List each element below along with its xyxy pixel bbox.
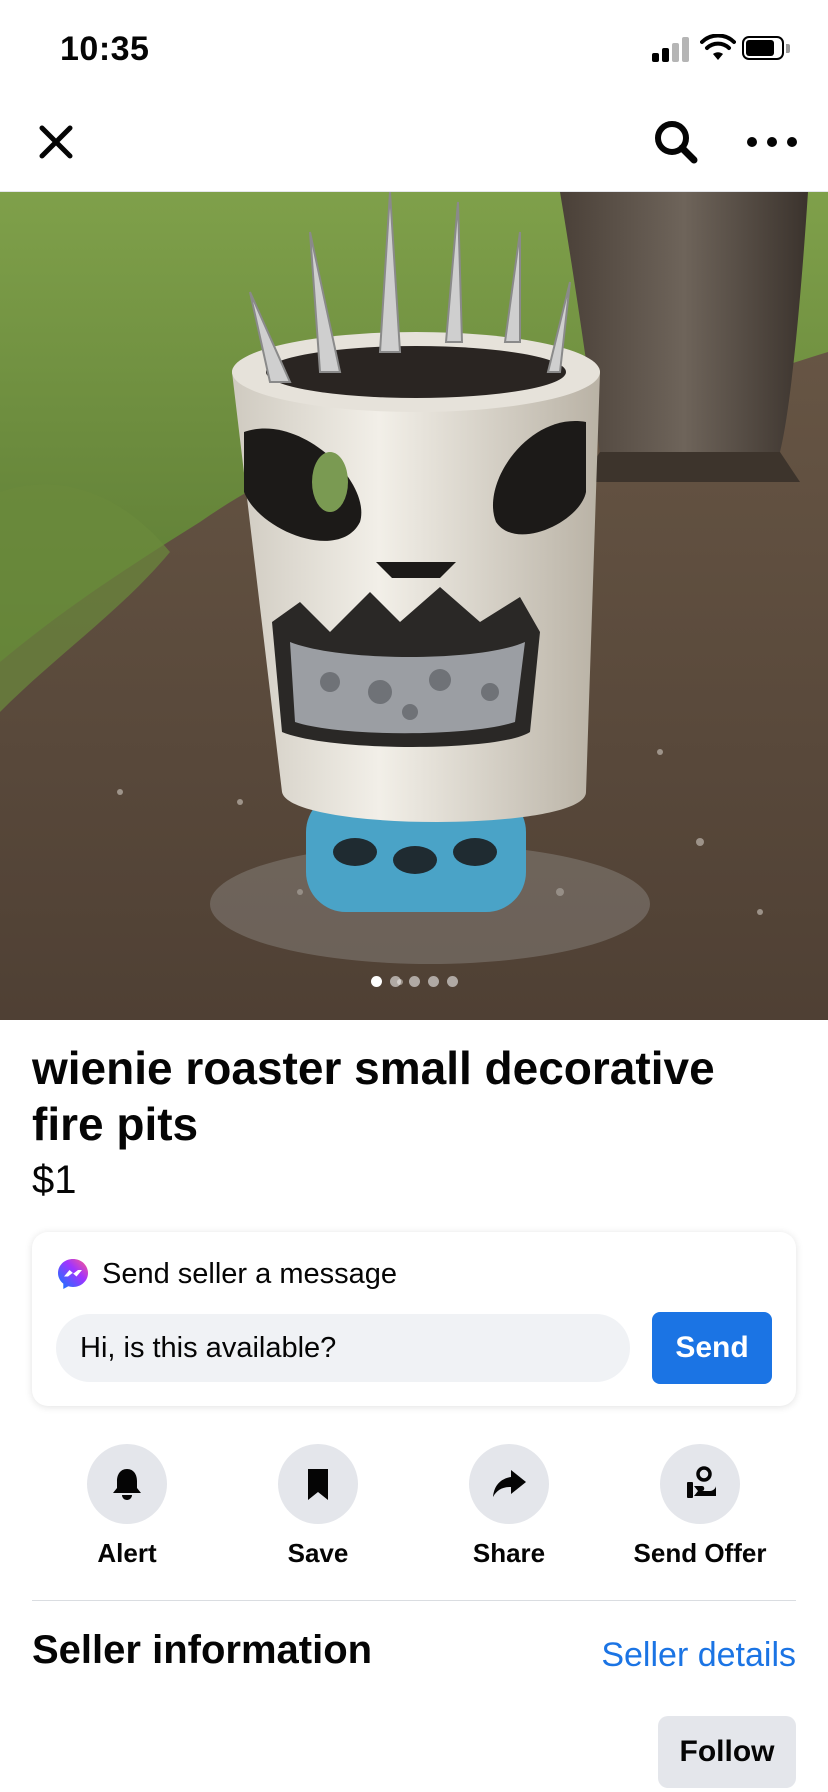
bell-icon (113, 1469, 141, 1500)
listing-photo[interactable] (0, 192, 828, 1020)
pagination-dot[interactable] (408, 976, 420, 987)
send-button[interactable]: Send (652, 1312, 772, 1384)
divider (32, 1600, 796, 1601)
pagination-dot[interactable] (427, 976, 439, 987)
pagination-dot[interactable] (446, 976, 458, 987)
message-input[interactable]: Hi, is this available? (56, 1314, 630, 1382)
follow-button[interactable]: Follow (658, 1716, 796, 1788)
search-icon[interactable] (648, 114, 704, 170)
wifi-icon (700, 34, 736, 60)
message-header: Send seller a message (56, 1254, 397, 1294)
cellular-signal-icon (652, 36, 692, 62)
pagination-dot[interactable] (389, 976, 401, 987)
battery-icon (742, 36, 792, 62)
share-button-circle[interactable] (469, 1444, 549, 1524)
save-button[interactable]: Save (223, 1444, 413, 1569)
save-button-circle[interactable] (278, 1444, 358, 1524)
status-time: 10:35 (60, 30, 150, 68)
seller-info-heading: Seller information (32, 1628, 373, 1672)
listing-title: wienie roaster small decorative fire pit… (32, 1042, 715, 1150)
close-icon[interactable] (30, 116, 82, 168)
more-icon[interactable] (742, 114, 802, 170)
seller-details-link[interactable]: Seller details (601, 1636, 796, 1675)
fire-pit-photo (0, 192, 828, 1020)
action-row: Alert Save Share Send Offer (32, 1444, 796, 1574)
send-offer-button-circle[interactable] (660, 1444, 740, 1524)
listing-price: $1 (32, 1158, 77, 1202)
pagination-dot[interactable] (370, 976, 382, 987)
bookmark-icon (308, 1469, 328, 1500)
alert-label: Alert (97, 1538, 157, 1568)
save-label: Save (287, 1538, 349, 1568)
alert-button[interactable]: Alert (32, 1444, 222, 1569)
message-seller-card: Send seller a message Hi, is this availa… (32, 1232, 796, 1406)
send-offer-icon (687, 1466, 716, 1498)
top-nav-bar (0, 96, 828, 192)
photo-pagination (0, 974, 828, 988)
message-header-label: Send seller a message (102, 1257, 397, 1290)
send-offer-label: Send Offer (633, 1538, 767, 1568)
messenger-icon (58, 1259, 88, 1289)
share-button[interactable]: Share (414, 1444, 604, 1569)
share-label: Share (472, 1538, 546, 1568)
status-bar: 10:35 (0, 0, 828, 96)
alert-button-circle[interactable] (87, 1444, 167, 1524)
send-offer-button[interactable]: Send Offer (605, 1444, 795, 1569)
share-icon (493, 1470, 526, 1497)
